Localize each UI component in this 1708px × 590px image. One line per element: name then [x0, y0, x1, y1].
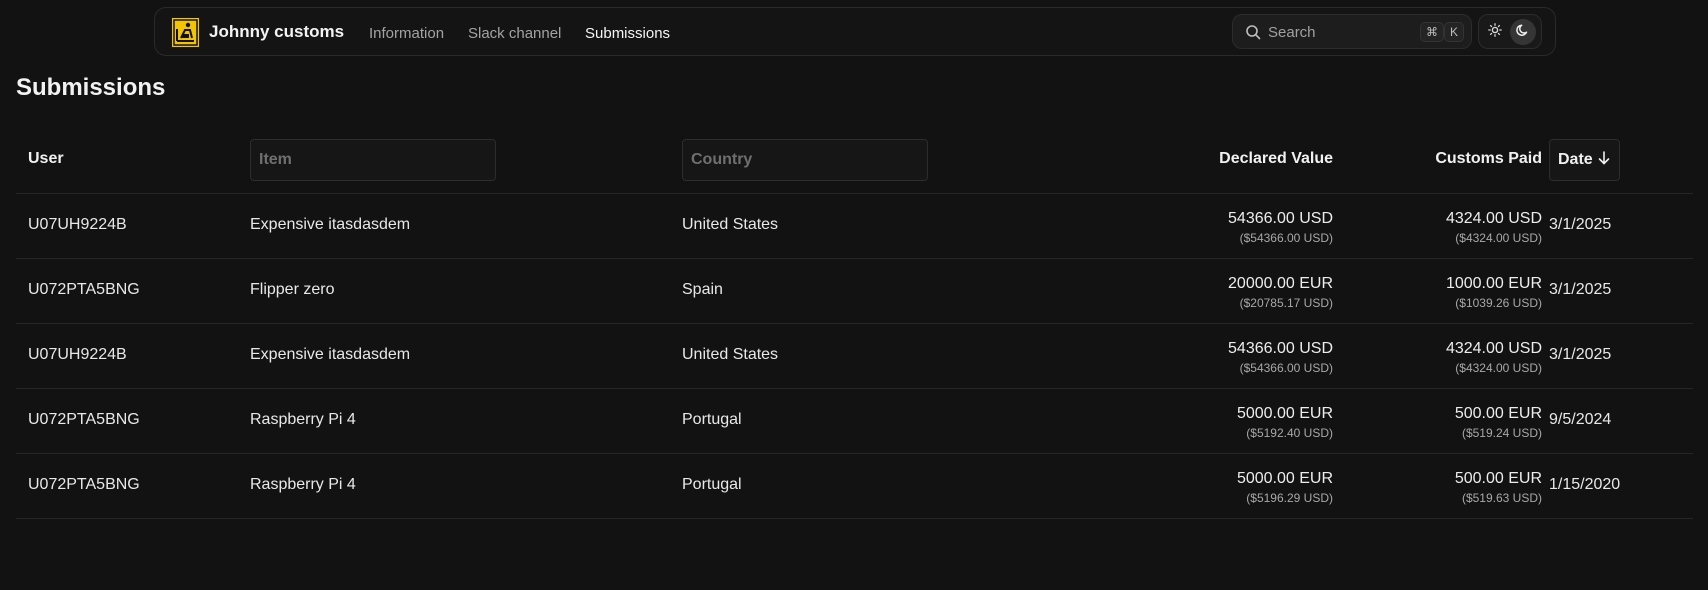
cell-item: Flipper zero [250, 281, 335, 298]
declared-usd-equivalent: ($5196.29 USD) [1246, 491, 1333, 505]
cell-declared-value: 54366.00 USD ($54366.00 USD) [1228, 209, 1333, 246]
cell-date: 3/1/2025 [1549, 346, 1612, 363]
paid-usd-equivalent: ($519.63 USD) [1461, 491, 1542, 505]
sun-icon [1488, 22, 1502, 42]
declared-usd-equivalent: ($54366.00 USD) [1239, 361, 1333, 375]
table-row[interactable]: U072PTA5BNG Flipper zero Spain 20000.00 EUR… [16, 259, 1693, 324]
cell-declared-value: 5000.00 EUR ($5196.29 USD) [1237, 469, 1333, 506]
cell-user: U07UH9224B [28, 216, 127, 233]
light-theme-button[interactable] [1482, 19, 1508, 45]
customs-logo-icon[interactable] [171, 17, 200, 48]
table-row[interactable]: U07UH9224B Expensive itasdasdem United Sta… [16, 194, 1693, 259]
cell-country: Portugal [682, 476, 742, 493]
column-header-user: User [28, 150, 64, 167]
cell-date: 9/5/2024 [1549, 411, 1612, 428]
page-title: Submissions [16, 74, 166, 101]
top-navbar: Johnny customs Information Slack channel… [154, 7, 1556, 56]
declared-amount: 5000.00 EUR [1236, 405, 1333, 422]
table-row[interactable]: U07UH9224B Expensive itasdasdem United Sta… [16, 324, 1693, 389]
country-filter-input[interactable] [682, 139, 928, 181]
table-body: U07UH9224B Expensive itasdasdem United Sta… [16, 194, 1693, 519]
cell-country: Spain [682, 281, 723, 298]
declared-amount: 20000.00 EUR [1228, 275, 1333, 292]
dark-theme-button[interactable] [1510, 19, 1536, 45]
cell-user: U072PTA5BNG [28, 411, 140, 428]
cell-date: 3/1/2025 [1549, 281, 1612, 298]
paid-amount: 4324.00 USD [1445, 340, 1542, 357]
search-box[interactable]: Search ⌘ K [1232, 14, 1472, 49]
paid-amount: 1000.00 EUR [1445, 275, 1542, 292]
nav-link-slack-channel[interactable]: Slack channel [468, 25, 561, 42]
cell-item: Raspberry Pi 4 [250, 411, 356, 428]
brand-name[interactable]: Johnny customs [209, 22, 344, 42]
paid-amount: 500.00 EUR [1454, 470, 1542, 487]
cell-user: U072PTA5BNG [28, 476, 140, 493]
table-row[interactable]: U072PTA5BNG Raspberry Pi 4 Portugal 5000.00… [16, 389, 1693, 454]
column-header-declared-value: Declared Value [1219, 150, 1333, 167]
cell-item: Expensive itasdasdem [250, 216, 411, 233]
cell-item: Expensive itasdasdem [250, 346, 411, 363]
paid-amount: 4324.00 USD [1445, 210, 1542, 227]
moon-icon [1516, 23, 1530, 42]
cell-declared-value: 54366.00 USD ($54366.00 USD) [1228, 339, 1333, 376]
declared-usd-equivalent: ($5192.40 USD) [1246, 426, 1333, 440]
cell-customs-paid: 4324.00 USD ($4324.00 USD) [1446, 339, 1542, 376]
declared-usd-equivalent: ($54366.00 USD) [1239, 231, 1333, 245]
cell-customs-paid: 1000.00 EUR ($1039.26 USD) [1446, 274, 1542, 311]
declared-amount: 5000.00 EUR [1236, 470, 1333, 487]
cell-customs-paid: 500.00 EUR ($519.24 USD) [1455, 404, 1542, 441]
nav-link-information[interactable]: Information [369, 25, 444, 42]
date-sort-button[interactable]: Date [1549, 139, 1620, 181]
shortcut-command-key: ⌘ [1420, 22, 1444, 42]
cell-user: U07UH9224B [28, 346, 127, 363]
cell-declared-value: 5000.00 EUR ($5192.40 USD) [1237, 404, 1333, 441]
cell-declared-value: 20000.00 EUR ($20785.17 USD) [1228, 274, 1333, 311]
column-header-customs-paid: Customs Paid [1435, 150, 1542, 167]
shortcut-k-key: K [1444, 22, 1465, 42]
table-header: User Declared Value Customs Paid Date [16, 128, 1693, 194]
search-placeholder: Search [1268, 24, 1316, 41]
declared-amount: 54366.00 USD [1228, 210, 1333, 227]
declared-amount: 54366.00 USD [1228, 340, 1333, 357]
cell-customs-paid: 500.00 EUR ($519.63 USD) [1455, 469, 1542, 506]
cell-customs-paid: 4324.00 USD ($4324.00 USD) [1446, 209, 1542, 246]
theme-toggle [1478, 14, 1542, 49]
declared-usd-equivalent: ($20785.17 USD) [1239, 296, 1333, 310]
arrow-down-icon [1593, 150, 1610, 170]
item-filter-input[interactable] [250, 139, 496, 181]
cell-country: United States [682, 346, 779, 363]
paid-amount: 500.00 EUR [1454, 405, 1542, 422]
submissions-table: User Declared Value Customs Paid Date U0… [16, 128, 1693, 519]
paid-usd-equivalent: ($4324.00 USD) [1455, 231, 1542, 245]
paid-usd-equivalent: ($1039.26 USD) [1455, 296, 1542, 310]
cell-user: U072PTA5BNG [28, 281, 140, 298]
paid-usd-equivalent: ($4324.00 USD) [1455, 361, 1542, 375]
cell-item: Raspberry Pi 4 [250, 476, 356, 493]
cell-country: Portugal [682, 411, 742, 428]
column-header-date: Date [1558, 151, 1593, 168]
cell-date: 3/1/2025 [1549, 216, 1612, 233]
search-icon [1245, 24, 1261, 40]
cell-country: United States [682, 216, 779, 233]
cell-date: 1/15/2020 [1549, 476, 1621, 493]
paid-usd-equivalent: ($519.24 USD) [1461, 426, 1542, 440]
table-row[interactable]: U072PTA5BNG Raspberry Pi 4 Portugal 5000.00… [16, 454, 1693, 519]
nav-link-submissions[interactable]: Submissions [585, 25, 670, 42]
